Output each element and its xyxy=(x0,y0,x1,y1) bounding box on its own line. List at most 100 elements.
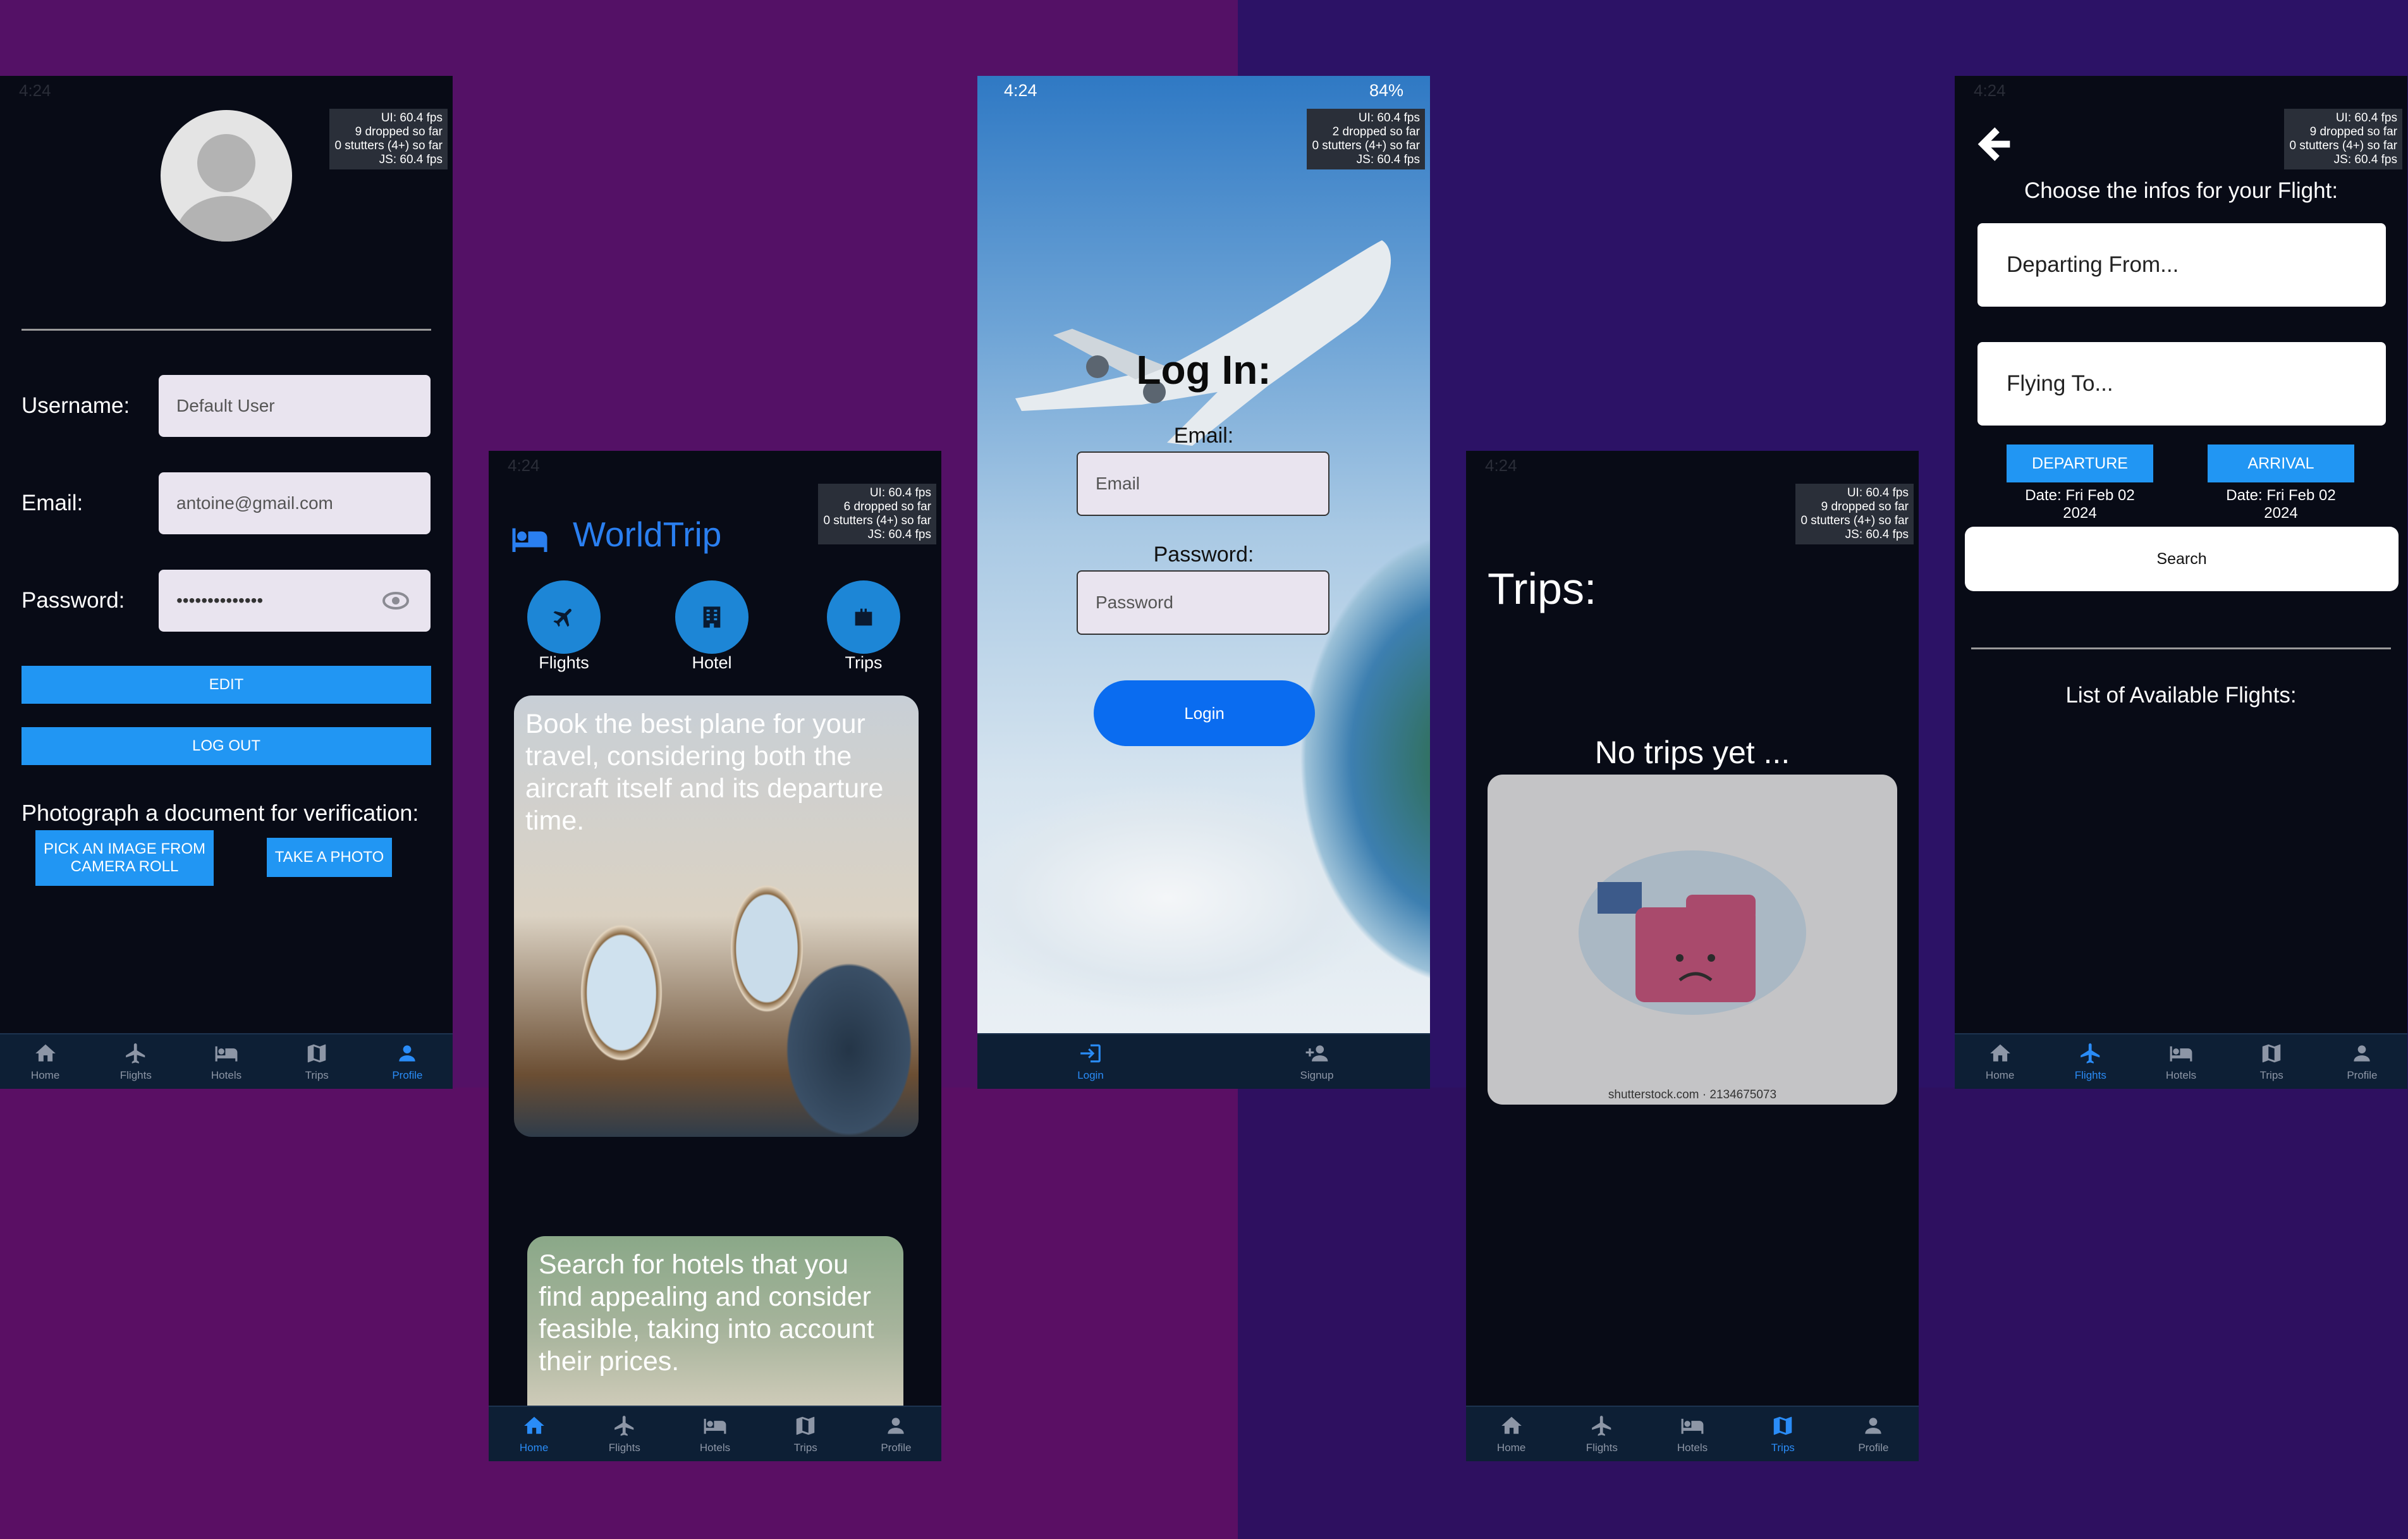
category-trips-button[interactable] xyxy=(827,580,900,654)
tab-flights[interactable]: Flights xyxy=(1556,1407,1647,1461)
tab-hotels[interactable]: Hotels xyxy=(181,1034,271,1089)
edit-button[interactable]: EDIT xyxy=(21,666,431,704)
tab-hotels[interactable]: Hotels xyxy=(2136,1034,2226,1089)
no-trips-text: No trips yet ... xyxy=(1594,735,1790,770)
tab-trips[interactable]: Trips xyxy=(272,1034,362,1089)
tab-hotels[interactable]: Hotels xyxy=(1647,1407,1737,1461)
profile-screen: 4:24 UI: 60.4 fps 9 dropped so far 0 stu… xyxy=(0,76,453,1089)
tab-label: Hotels xyxy=(1677,1442,1708,1454)
back-arrow-icon[interactable] xyxy=(1976,124,2017,164)
email-input[interactable]: Email xyxy=(1077,451,1329,516)
password-input[interactable]: Password xyxy=(1077,570,1329,635)
plane-icon xyxy=(125,1043,145,1064)
tab-profile[interactable]: Profile xyxy=(362,1034,453,1089)
tab-home[interactable]: Home xyxy=(1466,1407,1556,1461)
logout-button[interactable]: LOG OUT xyxy=(21,727,431,765)
tab-trips[interactable]: Trips xyxy=(1738,1407,1828,1461)
tab-profile[interactable]: Profile xyxy=(851,1407,941,1461)
fps-overlay: UI: 60.4 fps 6 dropped so far 0 stutters… xyxy=(818,484,936,544)
eye-icon[interactable] xyxy=(382,591,409,610)
home-icon xyxy=(1501,1416,1522,1434)
plane-card[interactable]: Book the best plane for your travel, con… xyxy=(514,696,919,1137)
arrival-button[interactable]: ARRIVAL xyxy=(2208,445,2354,482)
tab-label: Trips xyxy=(793,1442,817,1454)
tab-flights[interactable]: Flights xyxy=(2045,1034,2136,1089)
tab-label: Profile xyxy=(392,1069,423,1081)
tab-trips[interactable]: Trips xyxy=(761,1407,851,1461)
password-field[interactable]: •••••••••••••• xyxy=(159,570,431,632)
departing-from-input[interactable]: Departing From... xyxy=(1977,223,2386,307)
flights-screen: 4:24 UI: 60.4 fps 9 dropped so far 0 stu… xyxy=(1955,76,2407,1089)
tab-flights[interactable]: Flights xyxy=(579,1407,669,1461)
sad-folder-illustration xyxy=(1579,850,1806,1015)
tab-profile[interactable]: Profile xyxy=(2317,1034,2407,1089)
home-icon xyxy=(1989,1044,2010,1062)
departure-button[interactable]: DEPARTURE xyxy=(2007,445,2153,482)
status-battery: 84% xyxy=(1369,81,1403,100)
divider xyxy=(21,329,431,331)
tab-label: Trips xyxy=(305,1069,329,1081)
tab-trips[interactable]: Trips xyxy=(2227,1034,2317,1089)
tab-home[interactable]: Home xyxy=(1955,1034,2045,1089)
tab-label: Home xyxy=(1985,1069,2015,1081)
tab-label: Home xyxy=(519,1442,549,1454)
tab-home[interactable]: Home xyxy=(489,1407,579,1461)
departure-date: Date: Fri Feb 02 2024 xyxy=(2025,487,2135,522)
tab-bar: Home Flights Hotels Trips Profile xyxy=(0,1033,453,1089)
password-value: •••••••••••••• xyxy=(176,591,264,610)
login-screen: 4:24 84% UI: 60.4 fps 2 dropped so far 0… xyxy=(977,76,1430,1089)
tab-home[interactable]: Home xyxy=(0,1034,90,1089)
tab-label: Trips xyxy=(1771,1442,1795,1454)
bed-icon xyxy=(704,1418,726,1434)
plane-icon xyxy=(614,1416,634,1436)
person-icon xyxy=(1865,1418,1882,1434)
status-bar: 4:24 xyxy=(1974,81,2006,100)
category-hotel-button[interactable] xyxy=(675,580,749,654)
avatar xyxy=(161,110,292,242)
status-time: 4:24 xyxy=(1004,81,1037,100)
hotel-bed-logo-icon xyxy=(512,528,547,552)
plane-icon xyxy=(553,608,571,627)
login-icon xyxy=(1080,1044,1101,1063)
tab-label: Hotels xyxy=(699,1442,731,1454)
tab-signup[interactable]: Signup xyxy=(1204,1034,1430,1089)
building-icon xyxy=(703,606,721,628)
username-field[interactable]: Default User xyxy=(159,375,431,437)
user-silhouette-icon xyxy=(176,134,277,242)
tab-flights[interactable]: Flights xyxy=(90,1034,181,1089)
person-icon xyxy=(888,1418,905,1434)
email-field[interactable]: antoine@gmail.com xyxy=(159,472,431,534)
tab-bar: Home Flights Hotels Trips Profile xyxy=(1466,1406,1919,1461)
home-icon xyxy=(35,1044,56,1062)
map-icon xyxy=(2262,1044,2281,1063)
tab-label: Home xyxy=(1496,1442,1526,1454)
auth-tab-bar: Login Signup xyxy=(977,1033,1430,1089)
arrival-date: Date: Fri Feb 02 2024 xyxy=(2226,487,2336,522)
map-icon xyxy=(307,1044,326,1063)
tab-label: Flights xyxy=(608,1442,640,1454)
status-bar: 4:24 xyxy=(508,456,540,475)
plane-icon xyxy=(2080,1043,2100,1064)
tab-login[interactable]: Login xyxy=(977,1034,1204,1089)
search-button[interactable]: Search xyxy=(1965,527,2399,591)
tab-bar: Home Flights Hotels Trips Profile xyxy=(1955,1033,2407,1089)
flying-to-input[interactable]: Flying To... xyxy=(1977,342,2386,426)
tab-label: Flights xyxy=(119,1069,152,1081)
login-button[interactable]: Login xyxy=(1094,680,1315,746)
tab-label: Trips xyxy=(2259,1069,2283,1081)
flight-heading: Choose the infos for your Flight: xyxy=(2024,178,2338,203)
pick-image-button[interactable]: PICK AN IMAGE FROM CAMERA ROLL xyxy=(35,830,214,886)
tab-label: Login xyxy=(1077,1069,1104,1081)
plane-card-text: Book the best plane for your travel, con… xyxy=(525,709,884,836)
email-label: Email: xyxy=(21,491,83,515)
hotel-card[interactable]: Search for hotels that you find appealin… xyxy=(527,1236,903,1426)
tab-profile[interactable]: Profile xyxy=(1828,1407,1919,1461)
category-flights-button[interactable] xyxy=(527,580,601,654)
image-caption: shutterstock.com · 2134675073 xyxy=(1608,1088,1777,1101)
plane-icon xyxy=(1591,1416,1611,1436)
tab-label: Profile xyxy=(2347,1069,2378,1081)
tab-hotels[interactable]: Hotels xyxy=(669,1407,760,1461)
tab-label: Flights xyxy=(2074,1069,2106,1081)
take-photo-button[interactable]: TAKE A PHOTO xyxy=(267,838,392,877)
fps-overlay: UI: 60.4 fps 9 dropped so far 0 stutters… xyxy=(1795,484,1914,544)
